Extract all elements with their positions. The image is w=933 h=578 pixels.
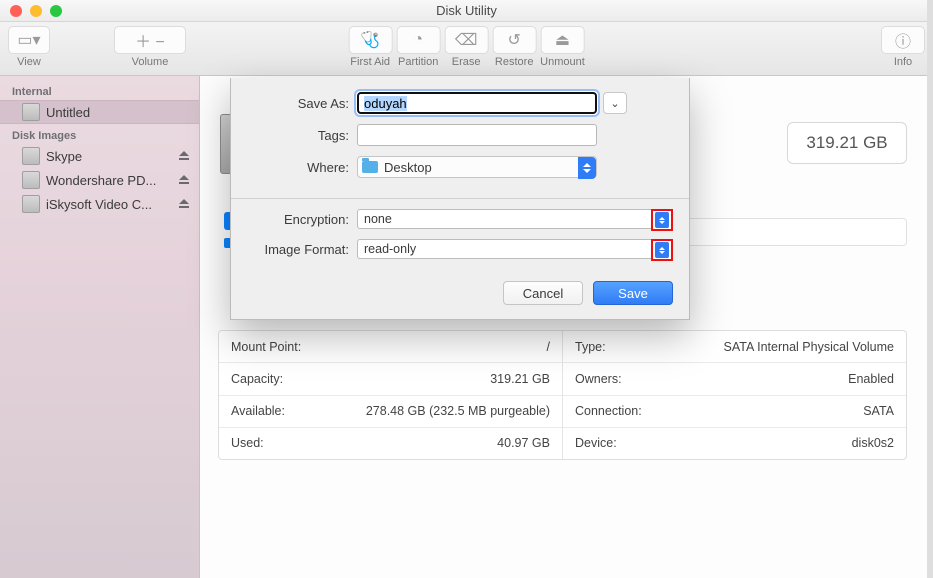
sidebar-item-iskysoft[interactable]: iSkysoft Video C...: [0, 192, 199, 216]
stepper-icon: [578, 157, 596, 179]
sidebar-item-skype[interactable]: Skype: [0, 144, 199, 168]
stepper-highlight-icon: [651, 239, 673, 261]
detail-key: Type:: [575, 340, 606, 354]
where-select-value: Desktop: [384, 160, 432, 175]
detail-key: Owners:: [575, 372, 622, 386]
disk-icon: [22, 195, 40, 213]
toolbar-label-unmount: Unmount: [540, 56, 585, 68]
sidebar-item-label: Wondershare PD...: [46, 173, 171, 188]
detail-key: Device:: [575, 436, 617, 450]
capacity-bar-tail: [670, 218, 907, 246]
encryption-label: Encryption:: [247, 212, 357, 227]
volume-button[interactable]: ＋ −: [114, 26, 186, 54]
volume-details-table: Mount Point: / Capacity: 319.21 GB Availab…: [218, 330, 907, 460]
folder-icon: [362, 161, 378, 173]
restore-icon: ↺: [507, 30, 520, 50]
sidebar-header-diskimages: Disk Images: [0, 124, 199, 144]
encryption-select[interactable]: none: [357, 209, 673, 229]
detail-value: disk0s2: [852, 436, 894, 450]
titlebar: Disk Utility: [0, 0, 933, 22]
detail-row: Used: 40.97 GB: [219, 428, 562, 459]
detail-key: Used:: [231, 436, 264, 450]
stepper-highlight-icon: [651, 209, 673, 231]
save-sheet-dialog: Save As: ⌄ Tags: Where: Desktop: [230, 78, 690, 320]
save-button[interactable]: Save: [593, 281, 673, 305]
sidebar-item-untitled[interactable]: Untitled: [0, 100, 199, 124]
disk-icon: [22, 147, 40, 165]
detail-key: Available:: [231, 404, 285, 418]
eject-icon[interactable]: [177, 197, 191, 211]
toolbar-label-volume: Volume: [132, 56, 169, 68]
eject-icon[interactable]: [177, 149, 191, 163]
cancel-button[interactable]: Cancel: [503, 281, 583, 305]
image-format-select-value: read-only: [364, 242, 416, 256]
sidebar-item-label: iSkysoft Video C...: [46, 197, 171, 212]
detail-value: SATA: [863, 404, 894, 418]
detail-row: Capacity: 319.21 GB: [219, 363, 562, 395]
detail-value: /: [547, 340, 550, 354]
save-as-input[interactable]: [357, 92, 597, 114]
chevron-down-icon: ⌄: [610, 97, 619, 110]
sidebar-header-internal: Internal: [0, 80, 199, 100]
detail-value: 40.97 GB: [497, 436, 550, 450]
detail-value: 278.48 GB (232.5 MB purgeable): [366, 404, 550, 418]
eject-icon: ⏏: [555, 30, 570, 50]
expand-save-panel-button[interactable]: ⌄: [603, 92, 627, 114]
detail-row: Type: SATA Internal Physical Volume: [563, 331, 906, 363]
sidebar-item-label: Skype: [46, 149, 171, 164]
unmount-button[interactable]: ⏏: [540, 26, 584, 54]
list-icon: ▭▾: [17, 30, 40, 50]
where-label: Where:: [247, 160, 357, 175]
encryption-select-value: none: [364, 212, 392, 226]
detail-value: Enabled: [848, 372, 894, 386]
restore-button[interactable]: ↺: [492, 26, 536, 54]
info-button[interactable]: ⓘ: [881, 26, 925, 54]
window-right-edge: [927, 0, 933, 578]
toolbar-label-view: View: [17, 56, 41, 68]
toolbar-label-partition: Partition: [398, 56, 438, 68]
where-select[interactable]: Desktop: [357, 156, 597, 178]
detail-value: 319.21 GB: [490, 372, 550, 386]
toolbar-label-restore: Restore: [495, 56, 534, 68]
detail-row: Mount Point: /: [219, 331, 562, 363]
erase-icon: ⌫: [455, 30, 478, 50]
tags-input[interactable]: [357, 124, 597, 146]
partition-button[interactable]: ◔: [396, 26, 440, 54]
tags-label: Tags:: [247, 128, 357, 143]
sidebar-item-wondershare[interactable]: Wondershare PD...: [0, 168, 199, 192]
detail-row: Device: disk0s2: [563, 428, 906, 459]
erase-button[interactable]: ⌫: [444, 26, 488, 54]
toolbar-label-firstaid: First Aid: [350, 56, 390, 68]
image-format-label: Image Format:: [247, 242, 357, 257]
pie-icon: ◔: [413, 31, 423, 49]
disk-icon: [22, 103, 40, 121]
save-as-label: Save As:: [247, 96, 357, 111]
detail-key: Mount Point:: [231, 340, 301, 354]
eject-icon[interactable]: [177, 173, 191, 187]
sidebar-item-label: Untitled: [46, 105, 191, 120]
detail-value: SATA Internal Physical Volume: [724, 340, 894, 354]
detail-key: Capacity:: [231, 372, 283, 386]
window-title: Disk Utility: [0, 3, 933, 18]
toolbar-label-erase: Erase: [452, 56, 481, 68]
volume-size-badge: 319.21 GB: [787, 122, 907, 164]
view-button[interactable]: ▭▾: [8, 26, 50, 54]
plus-minus-icon: ＋ −: [135, 28, 165, 52]
image-format-select[interactable]: read-only: [357, 239, 673, 259]
dialog-separator: [231, 198, 689, 199]
stethoscope-icon: 🩺: [360, 30, 380, 50]
toolbar-label-info: Info: [894, 56, 912, 68]
detail-row: Available: 278.48 GB (232.5 MB purgeable): [219, 396, 562, 428]
disk-icon: [22, 171, 40, 189]
info-icon: ⓘ: [895, 28, 911, 52]
toolbar: ▭▾ View ＋ − Volume 🩺 First Aid ◔ Partiti…: [0, 22, 933, 76]
detail-row: Owners: Enabled: [563, 363, 906, 395]
first-aid-button[interactable]: 🩺: [348, 26, 392, 54]
detail-row: Connection: SATA: [563, 396, 906, 428]
detail-key: Connection:: [575, 404, 642, 418]
sidebar: Internal Untitled Disk Images Skype Wond…: [0, 76, 200, 578]
